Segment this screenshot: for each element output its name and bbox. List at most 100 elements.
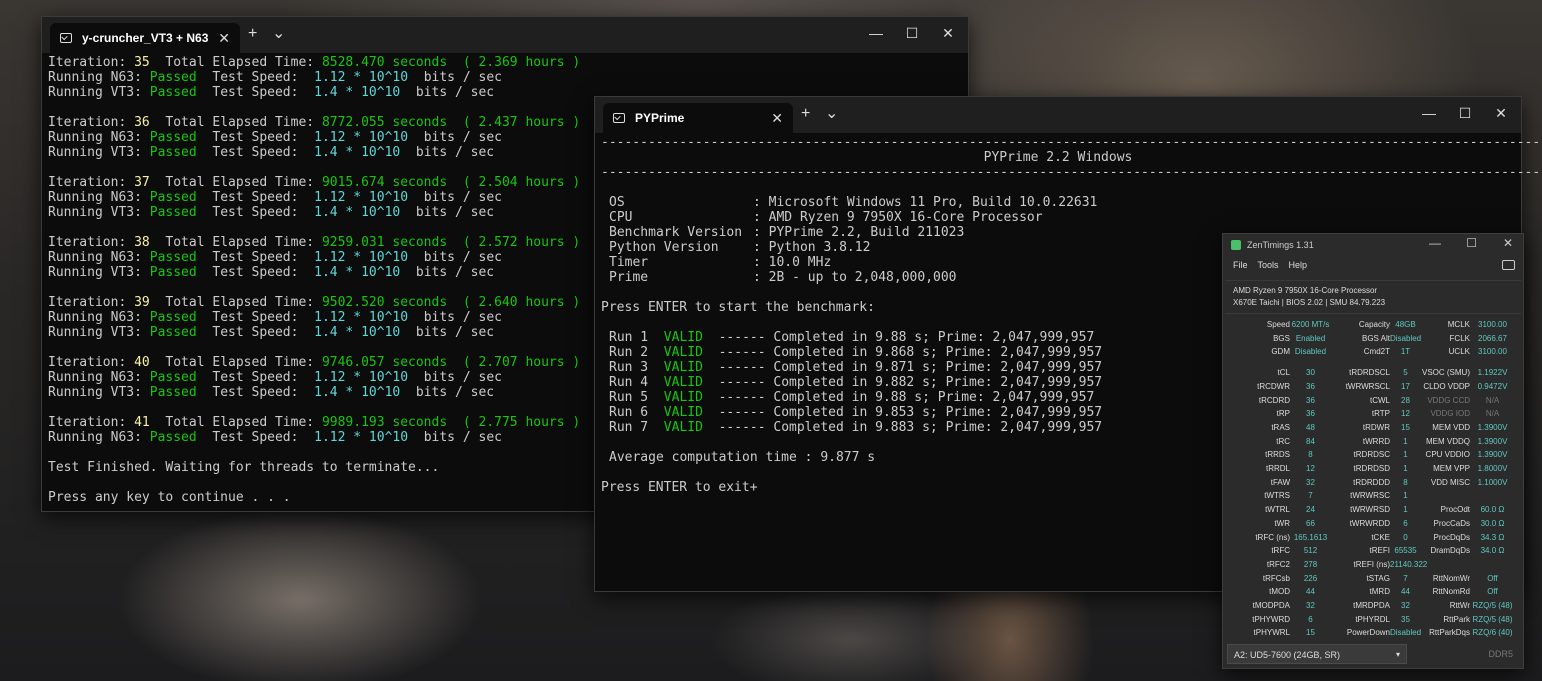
timing-label: VSOC (SMU) (1422, 368, 1470, 378)
timing-value: 60.0 Ω (1480, 505, 1505, 515)
info-key: Benchmark Version (609, 225, 743, 240)
timing-label: VDDG CCD (1427, 395, 1470, 405)
status-passed: Passed (149, 265, 197, 280)
timing-value: 48GB (1395, 320, 1416, 329)
pyprime-tab[interactable]: PYPrime ✕ (603, 103, 793, 133)
screenshot-icon[interactable] (1502, 260, 1515, 270)
menu-tools[interactable]: Tools (1258, 260, 1279, 270)
timing-label: CPU VDDIO (1425, 450, 1470, 460)
info-value: 2B - up to 2,048,000,000 (768, 270, 957, 285)
timing-label: tCWL (1370, 395, 1390, 405)
minimize-button[interactable]: — (858, 17, 894, 49)
timing-value: 278 (1303, 559, 1318, 569)
total-label: Total Elapsed Time: (149, 415, 322, 430)
close-button[interactable]: ✕ (1483, 97, 1519, 129)
status-passed: Passed (149, 205, 197, 220)
close-button[interactable]: ✕ (930, 17, 966, 49)
run-result: ------ Completed in 9.883 s; Prime: 2,04… (718, 420, 1103, 435)
speed-units: bits / sec (400, 325, 495, 340)
close-button[interactable]: ✕ (1503, 236, 1513, 250)
timing-value: 512 (1303, 546, 1318, 556)
maximize-button[interactable]: ☐ (1466, 236, 1477, 250)
zentimings-window: ZenTimings 1.31 — ☐ ✕ File Tools Help AM… (1222, 233, 1524, 669)
iter-number: 38 (134, 235, 150, 250)
timing-label: Capacity (1358, 320, 1390, 329)
speed-value: 1.12 * 10^10 (314, 130, 409, 145)
tab-close-icon[interactable]: ✕ (771, 110, 783, 127)
run-label: Run 6 (609, 405, 649, 420)
speed-value: 1.4 * 10^10 (314, 385, 401, 400)
new-tab-button[interactable]: + (248, 25, 257, 43)
timing-label: GDM (1271, 347, 1290, 357)
board-info: X670E Taichi | BIOS 2.02 | SMU 84.79.223 (1233, 298, 1386, 307)
grid-spacer (1229, 359, 1515, 366)
timing-value: Disabled (1390, 333, 1422, 343)
timing-label: VDD MISC (1430, 477, 1470, 487)
zentimings-logo-icon (1231, 240, 1241, 250)
press-key-text: Press any key to continue . . . (48, 490, 291, 505)
speed-units: bits / sec (408, 70, 502, 85)
timing-value: 32 (1401, 601, 1410, 611)
terminal-line: ----------------------------------------… (601, 165, 1540, 180)
pyprime-titlebar: PYPrime ✕ + ⌄ — ☐ ✕ (595, 97, 1521, 133)
minimize-button[interactable]: — (1429, 236, 1441, 250)
speed-value: 1.4 * 10^10 (314, 325, 401, 340)
speed-label: Test Speed: (196, 370, 315, 385)
timing-value: 1.3900V (1477, 450, 1508, 460)
n63-label: Running N63: (48, 190, 150, 205)
info-separator: : (753, 270, 769, 285)
timing-value: 36 (1306, 395, 1315, 405)
speed-units: bits / sec (400, 85, 495, 100)
total-label: Total Elapsed Time: (149, 295, 322, 310)
timing-value: 44 (1306, 587, 1315, 597)
timing-label: tRRDL (1265, 464, 1290, 474)
timing-value: 6200 MT/s (1291, 320, 1330, 329)
timing-value: 34.0 Ω (1480, 546, 1505, 556)
press-exit-text: Press ENTER to exit+ (601, 480, 758, 495)
tab-close-icon[interactable]: ✕ (218, 30, 230, 47)
speed-label: Test Speed: (196, 130, 315, 145)
average-time: Average computation time : 9.877 s (609, 450, 876, 465)
new-tab-button[interactable]: + (801, 105, 810, 123)
n63-label: Running N63: (48, 70, 150, 85)
maximize-button[interactable]: ☐ (894, 17, 930, 49)
iter-number: 39 (134, 295, 150, 310)
terminal-line: PYPrime 2.2 Windows (601, 150, 1515, 165)
timing-value: 24 (1306, 505, 1315, 515)
tab-dropdown-icon[interactable]: ⌄ (272, 23, 285, 43)
menu-help[interactable]: Help (1289, 260, 1308, 270)
timing-value (1470, 558, 1515, 572)
timing-value: Disabled (1390, 628, 1422, 638)
timing-value: 17 (1401, 381, 1410, 391)
timing-label: BGS (1273, 333, 1290, 343)
dimm-select[interactable]: A2: UD5-7600 (24GB, SR) ▾ (1227, 644, 1407, 664)
iter-label: Iteration: (48, 235, 135, 250)
timing-label: RttParkDqs (1429, 628, 1470, 638)
total-label: Total Elapsed Time: (149, 55, 322, 70)
run-result: ------ Completed in 9.88 s; Prime: 2,047… (718, 330, 1095, 345)
timing-value: 28 (1401, 395, 1410, 405)
timing-value: 1 (1403, 464, 1408, 474)
iter-label: Iteration: (48, 175, 135, 190)
elapsed-hours: ( 2.775 hours ) (447, 415, 581, 430)
ycruncher-tab[interactable]: y-cruncher_VT3 + N63 ✕ (50, 23, 240, 53)
elapsed-seconds: 9502.520 seconds (321, 295, 448, 310)
speed-value: 1.12 * 10^10 (314, 190, 409, 205)
timing-value: 6 (1403, 518, 1408, 528)
speed-label: Test Speed: (196, 145, 315, 160)
status-passed: Passed (149, 70, 197, 85)
timing-label: tWRWRSC (1350, 491, 1390, 501)
total-label: Total Elapsed Time: (149, 355, 322, 370)
speed-label: Test Speed: (196, 325, 315, 340)
tab-dropdown-icon[interactable]: ⌄ (825, 103, 838, 123)
info-value: 10.0 MHz (768, 255, 832, 270)
status-passed: Passed (149, 250, 197, 265)
minimize-button[interactable]: — (1411, 97, 1447, 129)
timing-label: tSTAG (1366, 573, 1390, 583)
iter-label: Iteration: (48, 115, 135, 130)
menu-file[interactable]: File (1233, 260, 1248, 270)
elapsed-seconds: 9259.031 seconds (321, 235, 448, 250)
info-value: PYPrime 2.2, Build 211023 (768, 225, 965, 240)
maximize-button[interactable]: ☐ (1447, 97, 1483, 129)
